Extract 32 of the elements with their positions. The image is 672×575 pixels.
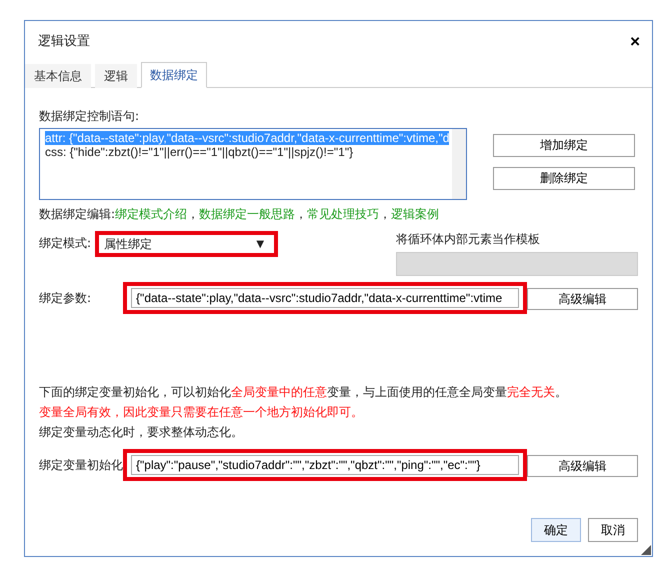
binding-button[interactable]: 删除绑定 (493, 167, 635, 190)
params-input[interactable]: {"data--state":play,"data--vsrc":studio7addr,"data-x-currenttime":vtime (131, 288, 520, 308)
dialog-button[interactable]: 取消 (588, 518, 638, 542)
note-text: 下面的绑定变量初始化，可以初始化全局变量中的任意变量，与上面使用的任意全局变量完全无关。 (39, 384, 568, 401)
note-text: 绑定变量动态化时，要求整体动态化。 (39, 424, 244, 441)
help-link[interactable]: 绑定模式介绍 (115, 207, 188, 221)
dialog-button[interactable]: 确定 (531, 518, 581, 542)
advanced-edit-button[interactable]: 高级编辑 (527, 455, 638, 477)
binding-button[interactable]: 增加绑定 (493, 134, 635, 157)
help-link[interactable]: 逻辑案例 (391, 207, 440, 221)
code-line: css: {"hide":zbzt()!="1"||err()=="1"||qbzt()=="1"||spjz()!="1"} (45, 145, 354, 159)
close-button[interactable]: × (630, 32, 640, 50)
resize-grip-icon[interactable] (641, 545, 651, 555)
code-textarea[interactable]: attr: {"data--state":play,"data--vsrc":studio7addr,"data-x-currenttime":vtime,"d css: {"hide":zbzt()!="1"||err()=="1"||qbzt()=="1"||spjz()!="1"} (39, 128, 467, 200)
window-title: 逻辑设置 (38, 33, 90, 50)
caret-icon: ▼ (256, 238, 264, 250)
init-input[interactable]: {"play":"pause","studio7addr":"","zbzt":"","qbzt":"","ping":"","ec":""} (131, 455, 519, 475)
note-text: 变量全局有效，因此变量只需要在任意一个地方初始化即可。 (39, 404, 364, 421)
field-label: 绑定模式: (39, 235, 92, 252)
template-label: 将循环体内部元素当作模板 (396, 231, 541, 248)
edit-links-text: 数据绑定编辑:绑定模式介绍，数据绑定一般思路，常见处理技巧，逻辑案例 (39, 206, 440, 223)
advanced-edit-button[interactable]: 高级编辑 (527, 288, 638, 310)
help-link[interactable]: 数据绑定一般思路 (199, 207, 296, 221)
field-label: 绑定参数: (39, 290, 92, 307)
tab[interactable]: 基本信息 (25, 64, 91, 88)
scrollbar[interactable] (452, 129, 466, 199)
help-link[interactable]: 常见处理技巧 (307, 207, 380, 221)
field-label: 绑定变量初始化 (39, 457, 123, 474)
tab[interactable]: 逻辑 (95, 64, 137, 88)
field-label: 数据绑定控制语句: (39, 108, 140, 125)
mode-select[interactable]: 属性绑定 ▼ (95, 231, 278, 257)
tab[interactable]: 数据绑定 (141, 62, 207, 88)
